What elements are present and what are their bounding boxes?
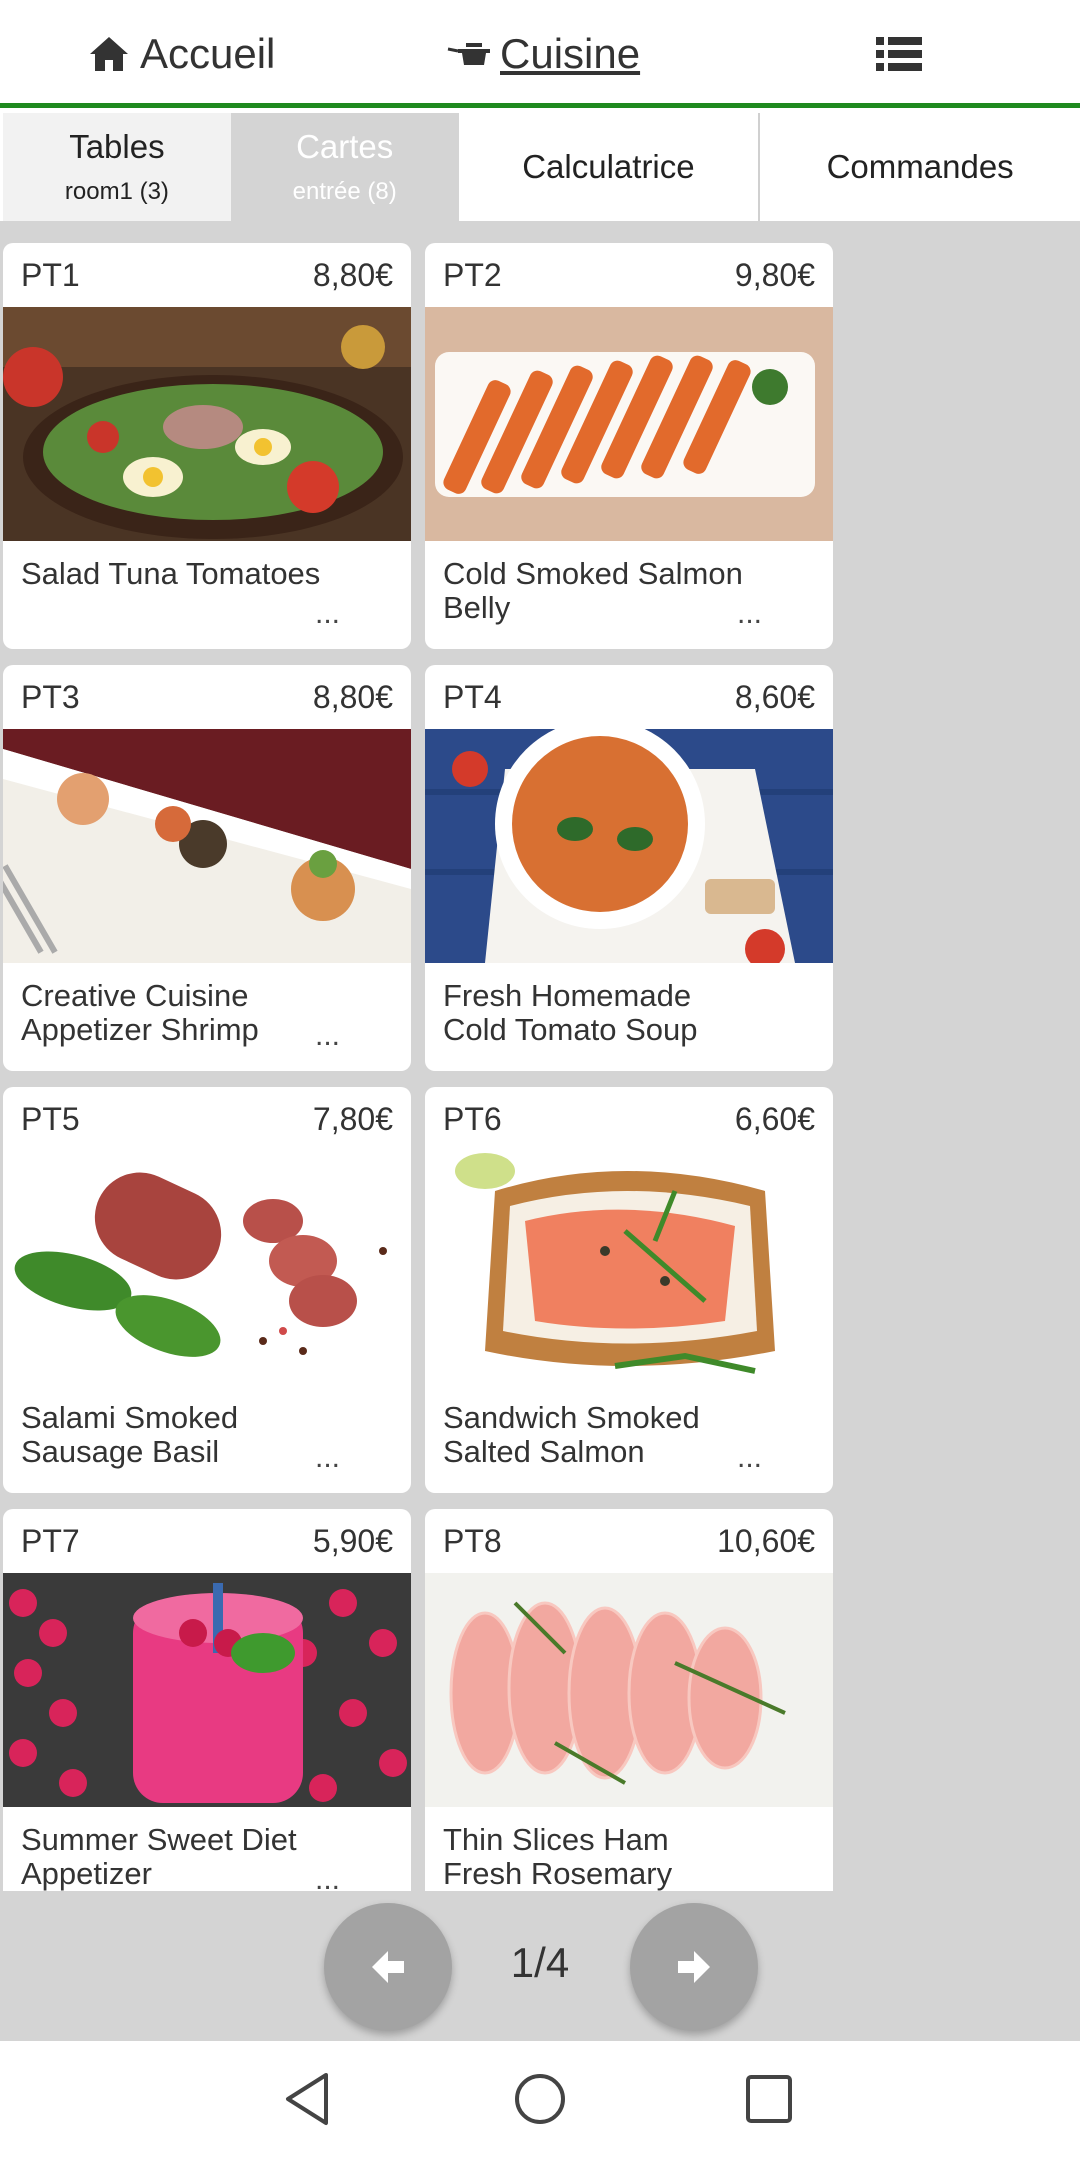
product-card-header: PT4 8,60€ [425,665,833,729]
product-name: Summer Sweet Diet Appetizer [21,1822,297,1891]
product-image-raspberry-smoothie [3,1573,411,1807]
product-code: PT7 [21,1522,80,1559]
product-card-header: PT5 7,80€ [3,1087,411,1151]
product-price: 8,60€ [734,678,815,715]
home-icon [90,37,128,71]
tab-commandes-label: Commandes [826,148,1014,185]
product-card[interactable]: PT5 7,80€ Salami Smoked Sausage Basil ..… [3,1087,411,1493]
product-card-header: PT7 5,90€ [3,1509,411,1573]
product-code: PT3 [21,678,80,715]
product-card[interactable]: PT2 9,80€ Cold Smoked Salmon Belly ... [425,243,833,649]
product-card[interactable]: PT4 8,60€ Fresh Homemade Cold Tomato Sou… [425,665,833,1071]
tab-cartes-sublabel: entrée (8) [292,178,397,205]
product-image-salad [3,307,411,541]
tab-cartes-label: Cartes [296,128,394,165]
product-image-ham-slices [425,1573,833,1807]
product-card-header: PT3 8,80€ [3,665,411,729]
list-icon [876,37,922,71]
product-price: 7,80€ [312,1100,393,1137]
page-indicator: 1/4 [510,1939,570,1986]
product-code: PT5 [21,1100,80,1137]
nav-home-button[interactable]: Accueil [88,0,275,108]
product-image-salmon-belly [425,307,833,541]
product-code: PT4 [443,678,502,715]
product-grid: PT1 8,80€ Salad Tuna Tomatoes ... PT2 9,… [0,221,1080,1891]
tab-calculatrice[interactable]: Calculatrice [458,113,761,221]
tab-tables-sublabel: room1 (3) [64,178,169,205]
product-code: PT2 [443,256,502,293]
product-code: PT1 [21,256,80,293]
product-price: 10,60€ [717,1522,815,1559]
product-name: Sandwich Smoked Salted Salmon [443,1400,700,1469]
product-more-indicator: ... [315,1441,341,1474]
product-card[interactable]: PT7 5,90€ Summer Sweet Diet Appetizer ..… [3,1509,411,1891]
tab-calculatrice-label: Calculatrice [522,148,695,185]
product-more-indicator: ... [315,597,341,630]
recents-square-icon[interactable] [744,2071,794,2127]
product-more-indicator: ... [315,1863,341,1891]
menu-list-button[interactable] [876,0,924,108]
nav-home-label: Accueil [140,30,276,77]
product-card-header: PT6 6,60€ [425,1087,833,1151]
arrow-right-icon [678,1951,710,1983]
system-navigation-bar [0,2041,1080,2160]
product-image-shrimp-appetizer [3,729,411,963]
product-price: 8,80€ [312,678,393,715]
top-navigation-bar: Accueil Cuisine [0,0,1080,108]
product-image-salami [3,1151,411,1385]
product-name: Salami Smoked Sausage Basil [21,1400,239,1469]
product-more-indicator: ... [737,597,763,630]
product-code: PT6 [443,1100,502,1137]
product-code: PT8 [443,1522,502,1559]
product-price: 8,80€ [312,256,393,293]
product-more-indicator: ... [737,1441,763,1474]
pagination-bar: 1/4 [0,1891,1080,2041]
product-card-header: PT2 9,80€ [425,243,833,307]
tab-tables[interactable]: Tables room1 (3) [3,113,231,221]
product-card[interactable]: PT6 6,60€ Sandwich Smoked Salted Salmon … [425,1087,833,1493]
product-name: Salad Tuna Tomatoes [21,556,321,591]
cooking-pot-icon [447,43,490,65]
nav-cuisine-button[interactable]: Cuisine [446,0,640,108]
tab-commandes[interactable]: Commandes [760,113,1080,221]
product-image-salmon-sandwich [425,1151,833,1385]
product-price: 5,90€ [312,1522,393,1559]
product-card[interactable]: PT8 10,60€ Thin Slices Ham Fresh Rosemar… [425,1509,833,1891]
product-price: 6,60€ [734,1100,815,1137]
product-price: 9,80€ [734,256,815,293]
product-card-header: PT1 8,80€ [3,243,411,307]
product-image-tomato-soup [425,729,833,963]
product-name: Fresh Homemade Cold Tomato Soup [443,978,698,1047]
nav-cuisine-label: Cuisine [500,30,641,77]
next-page-button[interactable] [630,1903,758,2031]
product-card[interactable]: PT3 8,80€ Creative Cuisine Appetizer Shr… [3,665,411,1071]
section-tabs: Tables room1 (3) Cartes entrée (8) Calcu… [0,113,1080,221]
product-more-indicator: ... [315,1019,341,1052]
product-name: Cold Smoked Salmon Belly [443,556,743,625]
tab-tables-label: Tables [69,128,165,165]
product-card[interactable]: PT1 8,80€ Salad Tuna Tomatoes ... [3,243,411,649]
back-triangle-icon[interactable] [282,2071,332,2127]
tab-cartes[interactable]: Cartes entrée (8) [230,113,459,221]
product-name: Creative Cuisine Appetizer Shrimp [21,978,259,1047]
home-circle-icon[interactable] [512,2071,568,2127]
product-name: Thin Slices Ham Fresh Rosemary [443,1822,673,1891]
product-card-header: PT8 10,60€ [425,1509,833,1573]
